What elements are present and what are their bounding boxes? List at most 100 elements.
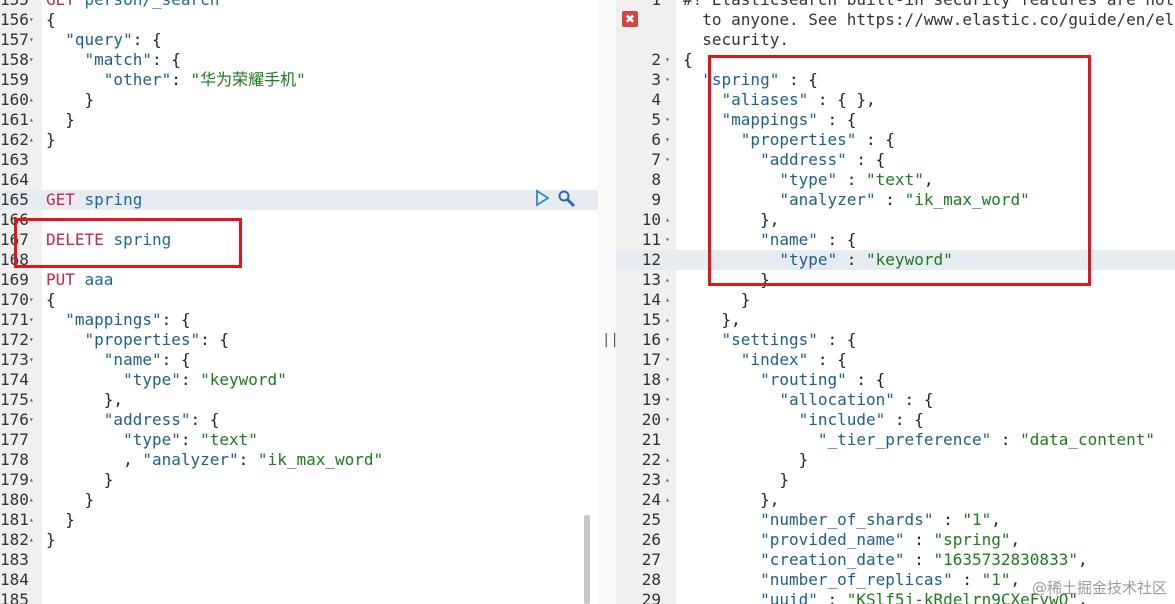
fold-open-icon[interactable]: ▾	[665, 350, 670, 370]
code-text: },	[683, 490, 779, 510]
fold-close-icon[interactable]: ▴	[665, 310, 670, 330]
fold-close-icon[interactable]: ▴	[665, 210, 670, 230]
fold-close-icon[interactable]: ▴	[665, 270, 670, 290]
code-line[interactable]: 178 , "analyzer": "ik_max_word"	[0, 450, 598, 470]
fold-close-icon[interactable]: ▴	[29, 110, 34, 130]
code-line[interactable]: 170 ▾ {	[0, 290, 598, 310]
code-line[interactable]: 163	[0, 150, 598, 170]
code-line[interactable]: 164	[0, 170, 598, 190]
code-text: to anyone. See https://www.elastic.co/gu…	[683, 10, 1175, 30]
fold-open-icon[interactable]: ▾	[29, 330, 34, 350]
fold-open-icon[interactable]: ▾	[29, 410, 34, 430]
code-line[interactable]: 162 ▴}	[0, 130, 598, 150]
line-number: 158	[0, 50, 29, 69]
code-line[interactable]: 161 ▴ }	[0, 110, 598, 130]
fold-open-icon[interactable]: ▾	[665, 110, 670, 130]
token: :	[171, 70, 191, 89]
fold-close-icon[interactable]: ▴	[29, 130, 34, 150]
fold-close-icon[interactable]: ▴	[665, 290, 670, 310]
line-number: 178	[0, 450, 29, 469]
token: "text"	[200, 430, 258, 449]
token: "analyzer"	[142, 450, 239, 469]
fold-open-icon[interactable]: ▾	[665, 70, 670, 90]
token: "other"	[103, 70, 172, 89]
fold-open-icon[interactable]: ▾	[29, 30, 34, 50]
fold-close-icon[interactable]: ▴	[29, 390, 34, 410]
fold-open-icon[interactable]: ▾	[665, 150, 670, 170]
token: :	[952, 570, 982, 589]
fold-close-icon[interactable]: ▴	[29, 490, 34, 510]
code-line[interactable]: 174 "type": "keyword"	[0, 370, 598, 390]
code-line[interactable]: 179 ▴ }	[0, 470, 598, 490]
code-text: }	[683, 450, 809, 470]
pane-splitter[interactable]: ||	[598, 0, 619, 604]
fold-open-icon[interactable]: ▾	[29, 50, 34, 70]
fold-open-icon[interactable]: ▾	[29, 350, 34, 370]
fold-open-icon[interactable]: ▾	[29, 290, 34, 310]
code-text: "match": {	[46, 50, 181, 70]
wrench-icon[interactable]	[557, 189, 576, 208]
code-line[interactable]: 173 ▾ "name": {	[0, 350, 598, 370]
fold-close-icon[interactable]: ▴	[29, 470, 34, 490]
line-number: 170	[0, 290, 29, 309]
fold-close-icon[interactable]: ▴	[665, 490, 670, 510]
token: }	[46, 470, 114, 489]
code-line[interactable]: 156 ▾ {	[0, 10, 598, 30]
code-line[interactable]: 155 GET person/_search	[0, 0, 598, 10]
code-line[interactable]: 169 PUT aaa	[0, 270, 598, 290]
token: :	[904, 530, 934, 549]
code-text: "query": {	[46, 30, 161, 50]
fold-close-icon[interactable]: ▴	[665, 470, 670, 490]
code-text: "number_of_replicas" : "1",	[683, 570, 1020, 590]
code-line[interactable]: 175 ▴ },	[0, 390, 598, 410]
fold-open-icon[interactable]: ▾	[665, 390, 670, 410]
code-line[interactable]: 185	[0, 590, 598, 604]
code-text: "include" : {	[683, 410, 924, 430]
fold-open-icon[interactable]: ▾	[665, 330, 670, 350]
fold-close-icon[interactable]: ▴	[665, 450, 670, 470]
code-line[interactable]: 158 ▾ "match": {	[0, 50, 598, 70]
token: {	[46, 290, 56, 309]
token: "type"	[123, 370, 181, 389]
fold-close-icon[interactable]: ▴	[29, 90, 34, 110]
code-line[interactable]: 180 ▴ }	[0, 490, 598, 510]
code-line[interactable]: 182 ▴}	[0, 530, 598, 550]
code-line: 19 ▾ "allocation" : {	[616, 390, 1175, 410]
fold-close-icon[interactable]: ▴	[29, 530, 34, 550]
token: spring	[84, 190, 143, 209]
code-line[interactable]: 160 ▴ }	[0, 90, 598, 110]
code-line[interactable]: 176 ▾ "address": {	[0, 410, 598, 430]
token: :	[991, 430, 1021, 449]
fold-open-icon[interactable]: ▾	[665, 130, 670, 150]
line-number: 157	[0, 30, 29, 49]
token: :	[180, 430, 201, 449]
code-line[interactable]: 183	[0, 550, 598, 570]
fold-open-icon[interactable]: ▾	[665, 370, 670, 390]
token: :	[817, 590, 847, 604]
code-text: },	[46, 390, 123, 410]
code-line[interactable]: 184	[0, 570, 598, 590]
token: PUT	[46, 270, 85, 289]
token: : {	[190, 410, 220, 429]
code-line[interactable]: 181 ▴ }	[0, 510, 598, 530]
play-icon[interactable]	[533, 189, 551, 207]
code-line[interactable]: 177 "type": "text"	[0, 430, 598, 450]
line-number: 163	[0, 150, 29, 169]
fold-open-icon[interactable]: ▾	[665, 410, 670, 430]
token: },	[46, 390, 124, 409]
token: {	[46, 10, 56, 29]
fold-open-icon[interactable]: ▾	[29, 10, 34, 30]
request-editor[interactable]: 155GET person/_search156▾{157▾ "query": …	[0, 0, 598, 604]
code-line[interactable]: 157 ▾ "query": {	[0, 30, 598, 50]
code-line[interactable]: 159 "other": "华为荣耀手机"	[0, 70, 598, 90]
code-line[interactable]: 171 ▾ "mappings": {	[0, 310, 598, 330]
request-scrollbar[interactable]	[584, 515, 590, 604]
fold-open-icon[interactable]: ▾	[29, 310, 34, 330]
fold-open-icon[interactable]: ▾	[665, 230, 670, 250]
fold-open-icon[interactable]: ▾	[665, 50, 670, 70]
code-line[interactable]: 165 GET spring	[0, 190, 598, 210]
code-line[interactable]: 172 ▾ "properties": {	[0, 330, 598, 350]
fold-close-icon[interactable]: ▴	[29, 510, 34, 530]
